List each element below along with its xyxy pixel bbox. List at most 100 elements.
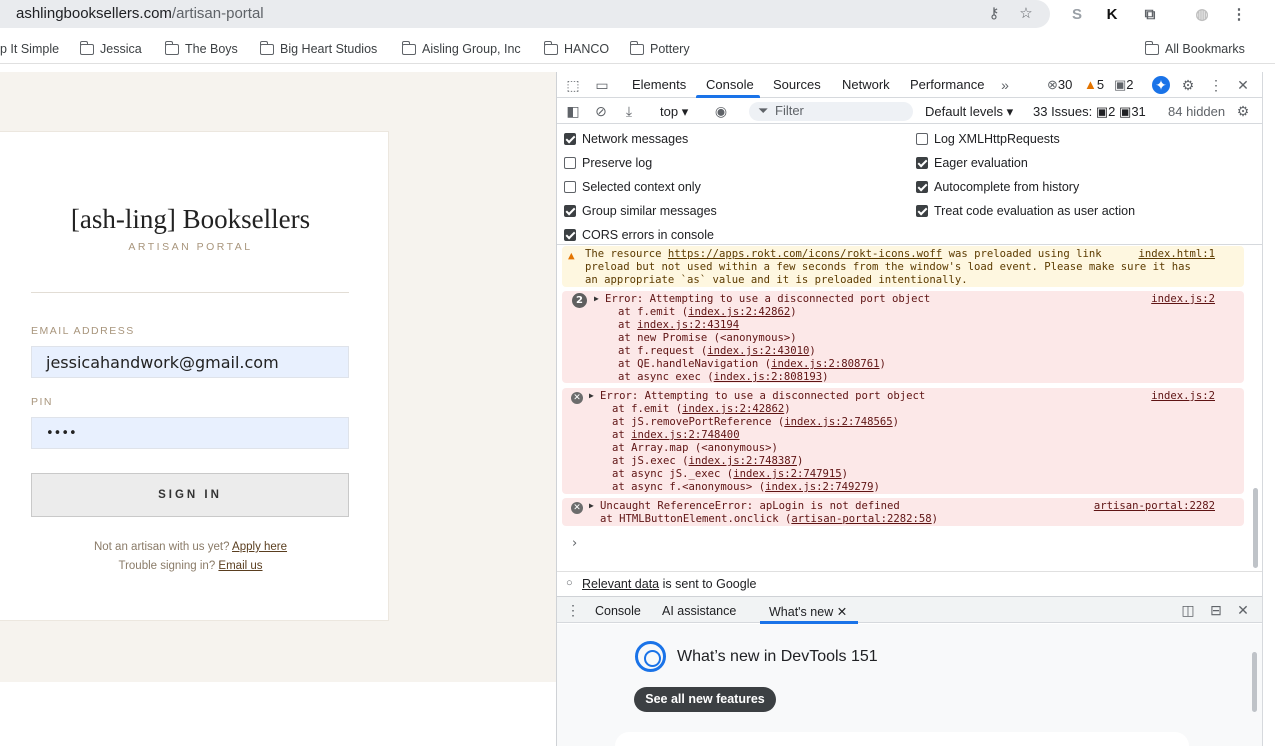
checkbox[interactable] [564,229,576,241]
frame-link[interactable]: index.js:2:749279 [765,481,873,493]
chrome-menu-icon[interactable]: ⋮ [1228,4,1250,26]
setting-option[interactable]: Log XMLHttpRequests [916,132,1060,146]
drawer-menu-icon[interactable]: ⋮ [564,601,582,619]
frame-link[interactable]: index.js:2:748387 [689,455,797,467]
frame-link[interactable]: index.js:2:748400 [631,429,739,441]
tab-performance[interactable]: Performance [910,77,984,92]
console-prompt-chevron-icon[interactable]: › [572,536,577,551]
setting-option[interactable]: Eager evaluation [916,156,1028,170]
live-expression-eye-icon[interactable]: ◉ [712,102,730,120]
checkbox[interactable] [564,133,576,145]
drawer-tab-whats-new[interactable]: What's new ✕ [769,604,847,619]
checkbox[interactable] [564,205,576,217]
checkbox[interactable] [564,181,576,193]
setting-option[interactable]: Selected context only [564,180,701,194]
bookmark-folder-jessica[interactable]: Jessica [79,40,142,56]
drawer-tab-ai-assistance[interactable]: AI assistance [662,604,736,618]
expand-triangle-icon[interactable]: ▶ [589,391,594,400]
more-options-icon[interactable]: ⋮ [1207,76,1225,94]
ai-sparkle-icon[interactable]: ✦ [1152,76,1170,94]
log-levels-select[interactable]: Default levels ▾ [925,104,1013,120]
bookmark-star-icon[interactable]: ☆ [1016,4,1036,24]
error-message-group[interactable]: 2 ▶ Error: Attempting to use a disconnec… [562,291,1244,383]
error-count-badge[interactable]: ⊗30 [1047,77,1072,93]
bookmark-folder-hanco[interactable]: HANCO [543,40,609,56]
bookmark-folder-pottery[interactable]: Pottery [629,40,690,56]
pin-field[interactable]: •••• [31,417,349,449]
bookmark-folder-big-heart-studios[interactable]: Big Heart Studios [259,40,377,56]
whats-new-scrollbar[interactable] [1252,652,1257,712]
settings-gear-icon[interactable]: ⚙ [1179,76,1197,94]
checkbox[interactable] [916,133,928,145]
checkbox[interactable] [916,157,928,169]
sidebar-toggle-icon[interactable]: ◧ [564,102,582,120]
see-all-features-button[interactable]: See all new features [634,687,776,712]
frame-link[interactable]: artisan-portal:2282:58 [791,513,931,525]
context-select[interactable]: top ▾ [660,104,688,120]
profile-icon[interactable]: ◍ [1191,4,1213,26]
expand-triangle-icon[interactable]: ▶ [589,501,594,510]
filter-input[interactable]: ⏷ Filter [749,102,913,121]
address-bar[interactable]: ashlingbooksellers.com/artisan-portal ⚷ … [0,0,1050,28]
device-toolbar-icon[interactable]: ▭ [593,76,611,94]
close-tab-icon[interactable]: ✕ [837,605,847,619]
dock-bottom-icon[interactable]: ⊟ [1207,601,1225,619]
setting-option[interactable]: Preserve log [564,156,652,170]
frame-link[interactable]: index.js:2:748565 [784,416,892,428]
error-message[interactable]: ✕ ▶ Error: Attempting to use a disconnec… [562,388,1244,494]
warning-message[interactable]: ▲ The resource https://apps.rokt.com/ico… [562,246,1244,287]
bookmark-folder-aisling-group[interactable]: Aisling Group, Inc [401,40,521,56]
dock-side-icon[interactable]: ◫ [1179,601,1197,619]
sign-in-button[interactable]: SIGN IN [31,473,349,517]
all-bookmarks-button[interactable]: All Bookmarks [1144,40,1245,56]
error-source-link[interactable]: artisan-portal:2282 [1094,500,1215,512]
scroll-to-bottom-icon[interactable]: ⤓ [620,102,638,120]
frame-link[interactable]: index.js:2:43194 [637,319,739,331]
drawer-tab-console[interactable]: Console [595,604,641,618]
frame-link[interactable]: index.js:2:42862 [682,403,784,415]
close-devtools-icon[interactable]: ✕ [1234,76,1252,94]
bookmark-folder-the-boys[interactable]: The Boys [164,40,238,56]
key-icon[interactable]: ⚷ [984,4,1004,24]
url-text[interactable]: ashlingbooksellers.com/artisan-portal [16,5,264,22]
error-source-link[interactable]: index.js:2 [1151,390,1215,402]
frame-link[interactable]: index.js:2:808193 [714,371,822,383]
setting-option[interactable]: Group similar messages [564,204,717,218]
close-drawer-icon[interactable]: ✕ [1234,601,1252,619]
reference-error-message[interactable]: ✕ ▶ Uncaught ReferenceError: apLogin is … [562,498,1244,526]
checkbox[interactable] [916,205,928,217]
checkbox[interactable] [564,157,576,169]
email-field[interactable]: jessicahandwork@gmail.com [31,346,349,378]
inspect-element-icon[interactable]: ⬚ [564,76,582,94]
console-scrollbar[interactable] [1253,488,1258,568]
setting-option[interactable]: Network messages [564,132,688,146]
frame-link[interactable]: index.js:2:42862 [688,306,790,318]
setting-option[interactable]: Treat code evaluation as user action [916,204,1135,218]
extension-s-icon[interactable]: S [1066,4,1088,26]
warning-count-badge[interactable]: ▲5 [1084,77,1104,92]
tab-elements[interactable]: Elements [632,77,686,92]
setting-option[interactable]: Autocomplete from history [916,180,1079,194]
frame-link[interactable]: index.js:2:747915 [733,468,841,480]
apply-link[interactable]: Apply here [232,541,287,553]
email-us-link[interactable]: Email us [218,560,262,572]
extension-k-icon[interactable]: K [1101,4,1123,26]
extensions-puzzle-icon[interactable]: ⧉ [1139,4,1161,26]
error-source-link[interactable]: index.js:2 [1151,293,1215,305]
tab-console[interactable]: Console [706,77,754,92]
console-settings-gear-icon[interactable]: ⚙ [1234,102,1252,120]
more-tabs-icon[interactable]: » [996,76,1014,94]
checkbox[interactable] [916,181,928,193]
warning-source-link[interactable]: index.html:1 [1138,248,1215,260]
expand-triangle-icon[interactable]: ▶ [594,294,599,303]
setting-option[interactable]: CORS errors in console [564,228,714,242]
frame-link[interactable]: index.js:2:808761 [771,358,879,370]
bookmark-keep-it-simple[interactable]: p It Simple [0,42,59,56]
frame-link[interactable]: index.js:2:43010 [707,345,809,357]
tab-network[interactable]: Network [842,77,890,92]
clear-console-icon[interactable]: ⊘ [592,102,610,120]
relevant-data-link[interactable]: Relevant data [582,577,659,591]
warning-resource-link[interactable]: https://apps.rokt.com/icons/rokt-icons.w… [668,248,942,260]
issues-button[interactable]: 33 Issues: ▣2 ▣31 [1033,104,1146,120]
info-count-badge[interactable]: ▣2 [1114,77,1134,93]
